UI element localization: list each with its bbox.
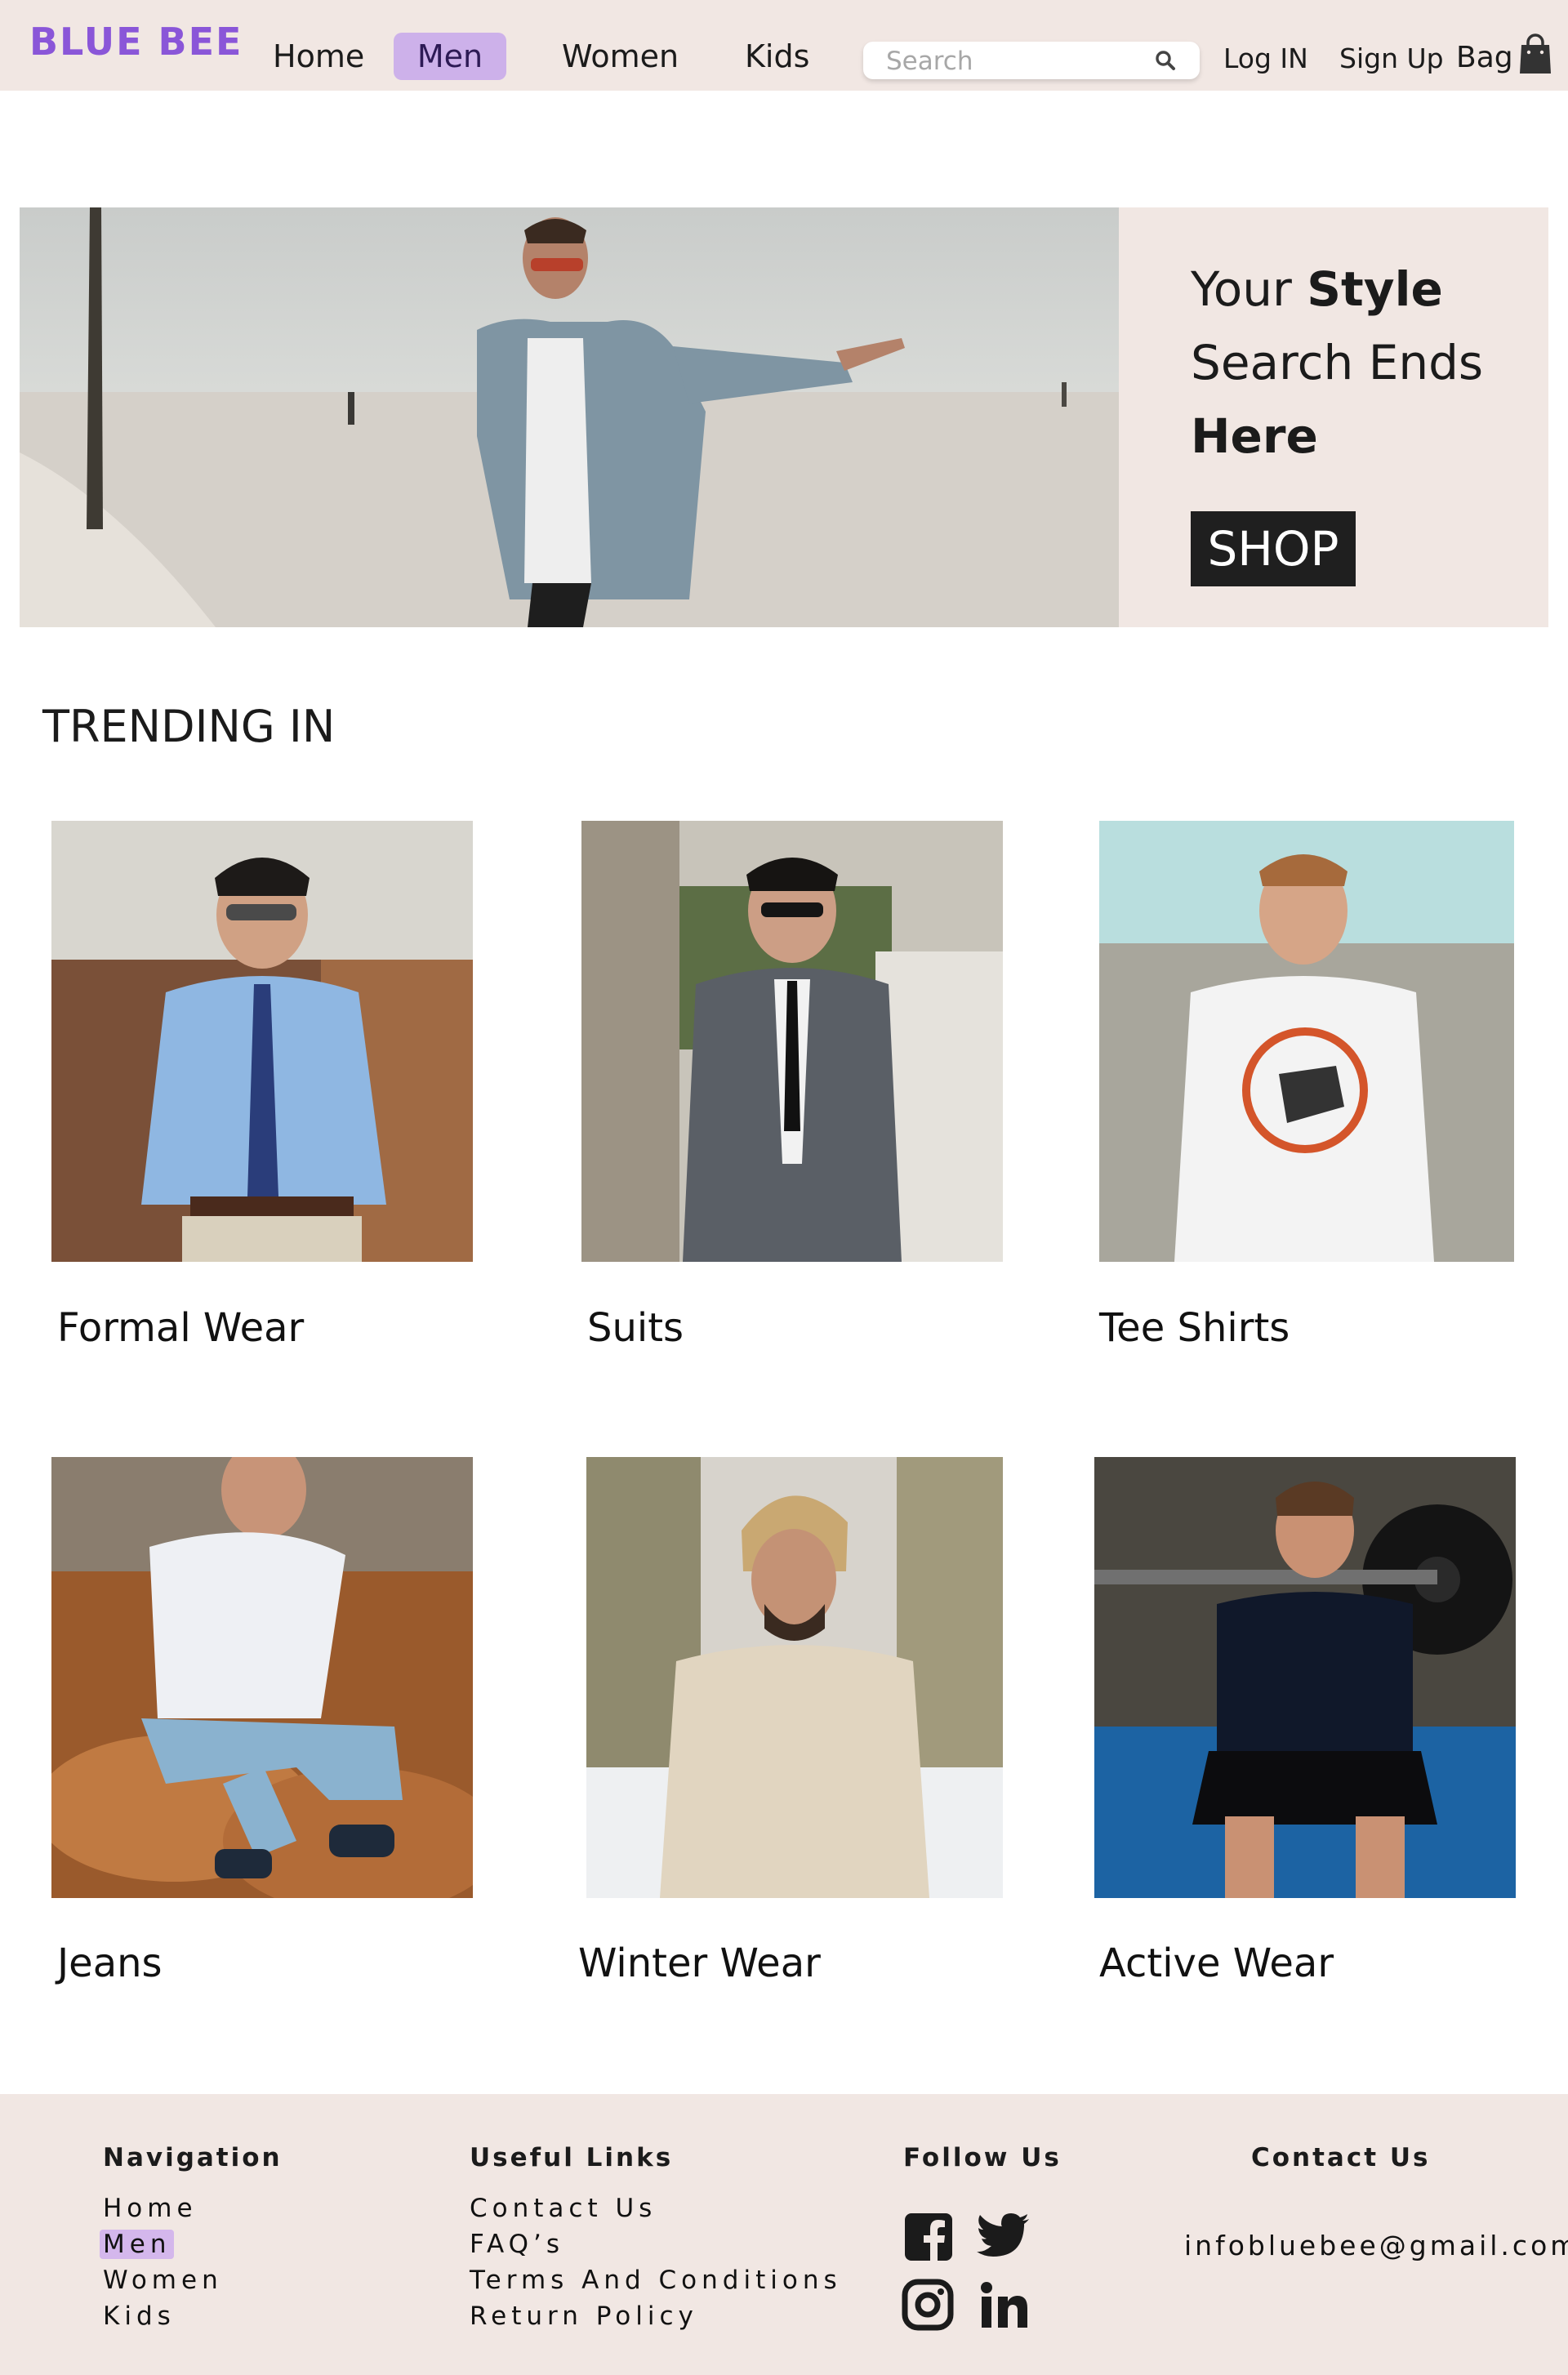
footer-link-return-policy[interactable]: Return Policy xyxy=(470,2301,698,2331)
card-label-jeans[interactable]: Jeans xyxy=(57,1941,163,1986)
card-label-formal-wear[interactable]: Formal Wear xyxy=(57,1305,304,1351)
linkedin-icon[interactable] xyxy=(980,2282,1032,2334)
bag-link[interactable]: Bag xyxy=(1456,41,1513,74)
card-image-tee-shirts[interactable] xyxy=(1099,821,1514,1262)
facebook-icon[interactable] xyxy=(903,2212,956,2264)
trending-title: TRENDING IN xyxy=(42,701,336,752)
nav-item-home[interactable]: Home xyxy=(273,33,364,80)
footer-link-faqs[interactable]: FAQ’s xyxy=(470,2230,564,2259)
footer-useful-links-heading: Useful Links xyxy=(470,2143,674,2172)
footer-navigation-heading: Navigation xyxy=(103,2143,283,2172)
hero-headline-line2: Search Ends xyxy=(1191,335,1484,390)
search-box xyxy=(863,42,1200,81)
nav-item-men[interactable]: Men xyxy=(394,33,506,80)
nav-item-kids[interactable]: Kids xyxy=(745,33,809,80)
footer-nav-men[interactable]: Men xyxy=(100,2230,175,2259)
footer-link-contact-us[interactable]: Contact Us xyxy=(470,2194,657,2223)
card-label-tee-shirts[interactable]: Tee Shirts xyxy=(1099,1305,1290,1351)
footer: Navigation Home Men Women Kids Useful Li… xyxy=(0,2094,1568,2375)
card-image-active-wear[interactable] xyxy=(1094,1457,1516,1898)
card-image-winter-wear[interactable] xyxy=(586,1457,1003,1898)
card-label-active-wear[interactable]: Active Wear xyxy=(1099,1941,1334,1986)
footer-contact-heading: Contact Us xyxy=(1251,2143,1431,2172)
instagram-icon[interactable] xyxy=(902,2279,954,2331)
nav-item-women[interactable]: Women xyxy=(562,33,679,80)
signup-link[interactable]: Sign Up xyxy=(1339,42,1444,74)
footer-nav-kids[interactable]: Kids xyxy=(103,2301,176,2331)
card-image-jeans[interactable] xyxy=(51,1457,473,1898)
hero-headline-line3: Here xyxy=(1191,408,1318,464)
card-image-formal-wear[interactable] xyxy=(51,821,473,1262)
footer-link-terms[interactable]: Terms And Conditions xyxy=(470,2266,842,2295)
footer-nav-women[interactable]: Women xyxy=(103,2266,223,2295)
login-link[interactable]: Log IN xyxy=(1223,42,1308,74)
shop-button[interactable]: SHOP xyxy=(1191,511,1356,586)
search-icon[interactable] xyxy=(1154,49,1177,72)
footer-follow-heading: Follow Us xyxy=(903,2143,1062,2172)
card-label-winter-wear[interactable]: Winter Wear xyxy=(578,1941,821,1986)
hero-headline-line1: Your Style xyxy=(1191,261,1443,317)
contact-email-link[interactable]: infobluebee@gmail.com xyxy=(1184,2230,1568,2261)
footer-nav-home[interactable]: Home xyxy=(103,2194,198,2223)
brand-logo[interactable]: BLUE BEE xyxy=(29,20,243,64)
twitter-icon[interactable] xyxy=(977,2213,1029,2266)
hero-headline-bold-word: Style xyxy=(1307,261,1443,317)
hero-image xyxy=(20,207,1119,627)
hero-panel: Your Style Search Ends Here SHOP xyxy=(1119,207,1548,627)
card-image-suits[interactable] xyxy=(581,821,1003,1262)
shopping-bag-icon[interactable] xyxy=(1518,33,1552,75)
card-label-suits[interactable]: Suits xyxy=(587,1305,684,1351)
hero-headline-word: Your xyxy=(1191,261,1292,317)
top-nav-bar: BLUE BEE Home Men Women Kids Log IN Sign… xyxy=(0,0,1568,91)
search-input[interactable] xyxy=(884,42,1149,81)
